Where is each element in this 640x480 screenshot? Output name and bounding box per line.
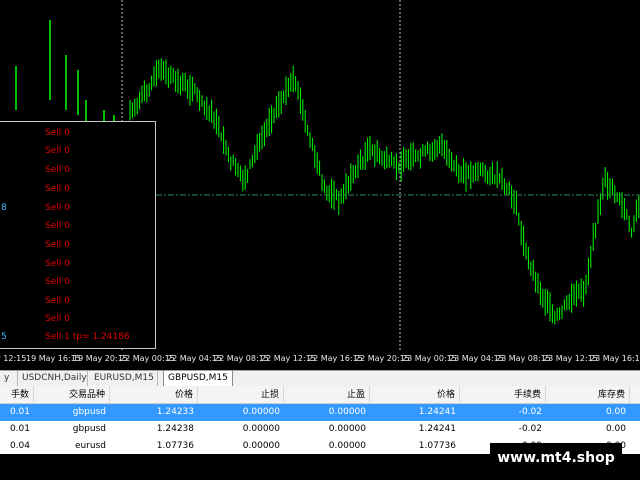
- time-axis: y 12:15 19 May 16:15 19 May 20:15 22 May…: [0, 350, 640, 370]
- cell-symbol: gbpusd: [72, 424, 106, 434]
- cell-swap: 0.00: [605, 424, 626, 434]
- column-header-stop-loss[interactable]: 止损: [198, 386, 284, 404]
- column-header-take-profit[interactable]: 止盈: [284, 386, 370, 404]
- cell-take-profit: 0.00000: [328, 424, 366, 434]
- panel-sell-status: Sell 0: [45, 128, 70, 138]
- cell-price: 1.24233: [156, 407, 194, 417]
- chart-tab-bar: y USDCNH,Daily EURUSD,M15 GBPUSD,M15: [0, 370, 640, 387]
- column-header-price[interactable]: 价格: [110, 386, 198, 404]
- panel-row: Sell 0: [0, 292, 155, 310]
- table-header: 手数 交易品种 价格 止损 止盈 价格 手续费 库存费: [0, 386, 640, 404]
- tab-eurusd-m15[interactable]: EURUSD,M15: [90, 371, 158, 386]
- panel-row: Sell 0: [0, 310, 155, 328]
- column-header-swap[interactable]: 库存费: [546, 386, 630, 404]
- panel-row: Sell 0: [0, 124, 155, 142]
- cell-lots: 0.04: [9, 441, 30, 451]
- ea-info-panel: Sell 0 Sell 0 Sell 0 Sell 0 8 Sell 0 Sell…: [0, 121, 156, 349]
- cell-commission: -0.02: [518, 407, 542, 417]
- cell-stop-loss: 0.00000: [242, 407, 280, 417]
- cell-lots: 0.01: [9, 424, 30, 434]
- table-row[interactable]: 0.01 gbpusd 1.24238 0.00000 0.00000 1.24…: [0, 421, 640, 438]
- cell-lots: 0.01: [9, 407, 30, 417]
- panel-row: Sell 0: [0, 236, 155, 254]
- panel-sell-status: Sell 0: [45, 296, 70, 306]
- panel-lot-value: 5: [1, 332, 7, 342]
- cell-swap: 0.00: [605, 407, 626, 417]
- panel-row: 8 Sell 0: [0, 199, 155, 217]
- cell-stop-loss: 0.00000: [242, 441, 280, 451]
- panel-row: Sell 0: [0, 142, 155, 160]
- cell-price: 1.07736: [156, 441, 194, 451]
- panel-row: Sell 0: [0, 255, 155, 273]
- site-watermark: www.mt4.shop: [490, 443, 622, 473]
- table-row[interactable]: 0.01 gbpusd 1.24233 0.00000 0.00000 1.24…: [0, 404, 640, 421]
- price-chart[interactable]: Sell 0 Sell 0 Sell 0 Sell 0 8 Sell 0 Sell…: [0, 0, 640, 370]
- time-tick-label: y 12:15: [0, 354, 27, 363]
- panel-sell-status: Sell 0: [45, 240, 70, 250]
- cell-symbol: gbpusd: [72, 407, 106, 417]
- column-header-symbol[interactable]: 交易品种: [34, 386, 110, 404]
- panel-lot-value: 8: [1, 203, 7, 213]
- column-header-current-price[interactable]: 价格: [370, 386, 460, 404]
- panel-sell-status: Sell 0: [45, 259, 70, 269]
- panel-sell-status: Sell 0: [45, 165, 70, 175]
- mt4-window: Sell 0 Sell 0 Sell 0 Sell 0 8 Sell 0 Sell…: [0, 0, 640, 480]
- panel-row: Sell 0: [0, 180, 155, 198]
- cell-commission: -0.02: [518, 424, 542, 434]
- tab-previous[interactable]: y: [0, 371, 18, 386]
- panel-sell-status: Sell 0: [45, 314, 70, 324]
- tab-gbpusd-m15[interactable]: GBPUSD,M15: [163, 371, 233, 387]
- tab-usdcnh-daily[interactable]: USDCNH,Daily: [18, 371, 88, 386]
- panel-row: 5 Sell 1 tp= 1.24186: [0, 328, 155, 346]
- column-header-lots[interactable]: 手数: [0, 386, 34, 404]
- panel-sell-status: Sell 0: [45, 184, 70, 194]
- cell-symbol: eurusd: [74, 441, 106, 451]
- panel-row: Sell 0: [0, 217, 155, 235]
- cell-take-profit: 0.00000: [328, 407, 366, 417]
- time-tick-label: 23 May 16:15: [590, 354, 640, 363]
- column-header-commission[interactable]: 手续费: [460, 386, 546, 404]
- cell-stop-loss: 0.00000: [242, 424, 280, 434]
- panel-sell-status: Sell 1 tp= 1.24186: [45, 332, 130, 342]
- panel-sell-status: Sell 0: [45, 277, 70, 287]
- cell-take-profit: 0.00000: [328, 441, 366, 451]
- cell-current-price: 1.24241: [418, 407, 456, 417]
- panel-sell-status: Sell 0: [45, 146, 70, 156]
- panel-row: Sell 0: [0, 161, 155, 179]
- panel-sell-status: Sell 0: [45, 221, 70, 231]
- panel-row: Sell 0: [0, 273, 155, 291]
- cell-current-price: 1.07736: [418, 441, 456, 451]
- cell-price: 1.24238: [156, 424, 194, 434]
- panel-sell-status: Sell 0: [45, 203, 70, 213]
- cell-current-price: 1.24241: [418, 424, 456, 434]
